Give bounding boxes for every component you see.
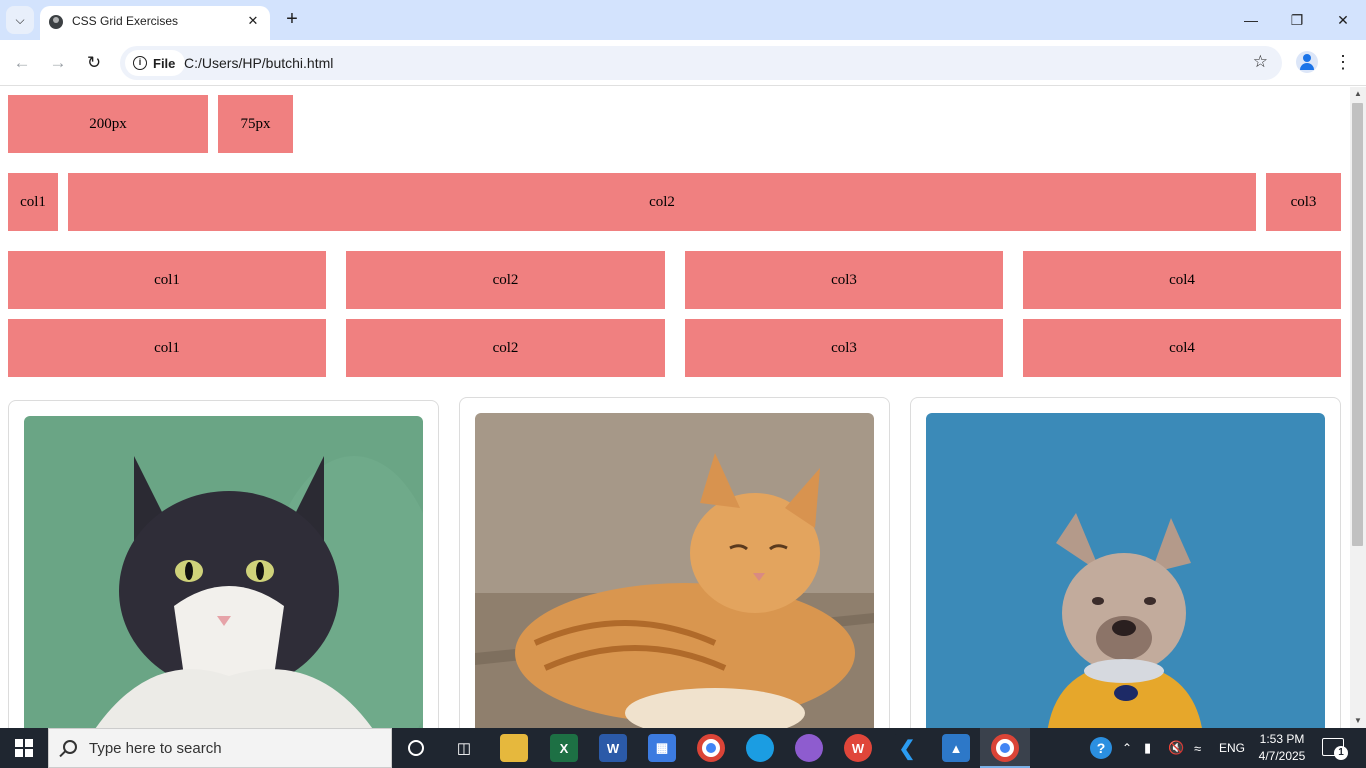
grid-item: col4 <box>1023 319 1341 377</box>
edge-icon[interactable] <box>746 734 774 762</box>
cat-photo <box>24 416 423 728</box>
url-text[interactable]: C:/Users/HP/butchi.html <box>184 55 333 71</box>
wps-office-icon[interactable]: W <box>844 734 872 762</box>
grid-item: col2 <box>346 319 665 377</box>
grid-item: 75px <box>218 95 293 153</box>
reload-icon[interactable]: ↻ <box>80 49 108 77</box>
chrome-icon[interactable] <box>697 734 725 762</box>
site-info-chip[interactable]: i File <box>125 50 186 76</box>
windows-logo-icon <box>15 739 33 757</box>
image-card <box>459 397 890 728</box>
cat-photo <box>475 413 874 728</box>
image-card <box>8 400 439 728</box>
taskbar-clock[interactable]: 1:53 PM 4/7/2025 <box>1248 731 1316 765</box>
scroll-thumb[interactable] <box>1352 103 1363 546</box>
grid-item: col4 <box>1023 251 1341 309</box>
volume-muted-icon[interactable]: 🔇 <box>1168 728 1184 768</box>
scroll-up-arrow-icon[interactable]: ▲ <box>1350 87 1366 101</box>
grid-item: col3 <box>1266 173 1341 231</box>
clock-date: 4/7/2025 <box>1258 749 1306 763</box>
help-icon[interactable]: ? <box>1090 728 1112 768</box>
minimize-button[interactable]: — <box>1228 0 1274 40</box>
grid-item: col1 <box>8 319 326 377</box>
info-icon: i <box>133 56 147 70</box>
grid-item: col1 <box>8 251 326 309</box>
windows-taskbar: Type here to search ◫ X W ▦ W ❮ ▲ ? ⌃ ▮ … <box>0 728 1366 768</box>
store-icon[interactable]: ▦ <box>648 734 676 762</box>
search-placeholder: Type here to search <box>89 740 222 757</box>
profile-avatar-icon[interactable] <box>1296 51 1318 73</box>
vscode-icon[interactable]: ❮ <box>893 734 921 762</box>
search-icon <box>63 740 77 754</box>
page-viewport: 200px 75px col1 col2 col3 col1 col2 col3… <box>0 87 1350 728</box>
notification-badge: 1 <box>1334 746 1348 760</box>
grid-item: col2 <box>346 251 665 309</box>
dog-photo <box>926 413 1325 728</box>
new-tab-button[interactable]: + <box>280 8 304 32</box>
battery-icon[interactable]: ▮ <box>1144 728 1151 768</box>
vertical-scrollbar[interactable]: ▲ ▼ <box>1350 87 1366 728</box>
globe-icon <box>49 15 63 29</box>
cortana-icon[interactable] <box>402 734 430 762</box>
browser-menu-icon[interactable]: ⋮ <box>1334 52 1352 72</box>
tab-title: CSS Grid Exercises <box>72 14 179 28</box>
site-chip-label: File <box>153 55 176 71</box>
language-indicator[interactable]: ENG <box>1219 728 1245 768</box>
image-card <box>910 397 1341 728</box>
tab-close-icon[interactable]: ✕ <box>244 12 262 30</box>
tab-strip: ⌵ CSS Grid Exercises ✕ + — ❐ ✕ <box>0 0 1366 40</box>
task-view-icon[interactable]: ◫ <box>450 734 478 762</box>
bookmark-star-icon[interactable]: ☆ <box>1253 52 1268 72</box>
windows-start-button[interactable] <box>0 728 48 768</box>
taskbar-search-box[interactable]: Type here to search <box>48 728 392 768</box>
scroll-down-arrow-icon[interactable]: ▼ <box>1350 714 1366 728</box>
word-icon[interactable]: W <box>599 734 627 762</box>
browser-toolbar: ← → ↻ i File C:/Users/HP/butchi.html ☆ <box>0 40 1366 86</box>
back-arrow-icon[interactable]: ← <box>8 49 36 77</box>
colorful-app-icon[interactable] <box>795 734 823 762</box>
excel-icon[interactable]: X <box>550 734 578 762</box>
clock-time: 1:53 PM <box>1259 732 1305 746</box>
file-explorer-icon[interactable] <box>500 734 528 762</box>
grid-item: col3 <box>685 251 1003 309</box>
photos-icon[interactable]: ▲ <box>942 734 970 762</box>
grid-item: col2 <box>68 173 1256 231</box>
grid-item: 200px <box>8 95 208 153</box>
restore-button[interactable]: ❐ <box>1274 0 1320 40</box>
wifi-icon[interactable]: ≈ <box>1194 728 1201 768</box>
address-bar[interactable]: i File C:/Users/HP/butchi.html ☆ <box>120 46 1282 80</box>
browser-tab[interactable]: CSS Grid Exercises ✕ <box>40 6 270 40</box>
forward-arrow-icon[interactable]: → <box>44 49 72 77</box>
chrome-active-icon[interactable] <box>991 734 1019 762</box>
grid-item: col3 <box>685 319 1003 377</box>
tab-search-dropdown-icon[interactable]: ⌵ <box>6 6 34 34</box>
close-window-button[interactable]: ✕ <box>1320 0 1366 40</box>
grid-item: col1 <box>8 173 58 231</box>
show-hidden-icons-chevron-icon[interactable]: ⌃ <box>1122 728 1132 768</box>
